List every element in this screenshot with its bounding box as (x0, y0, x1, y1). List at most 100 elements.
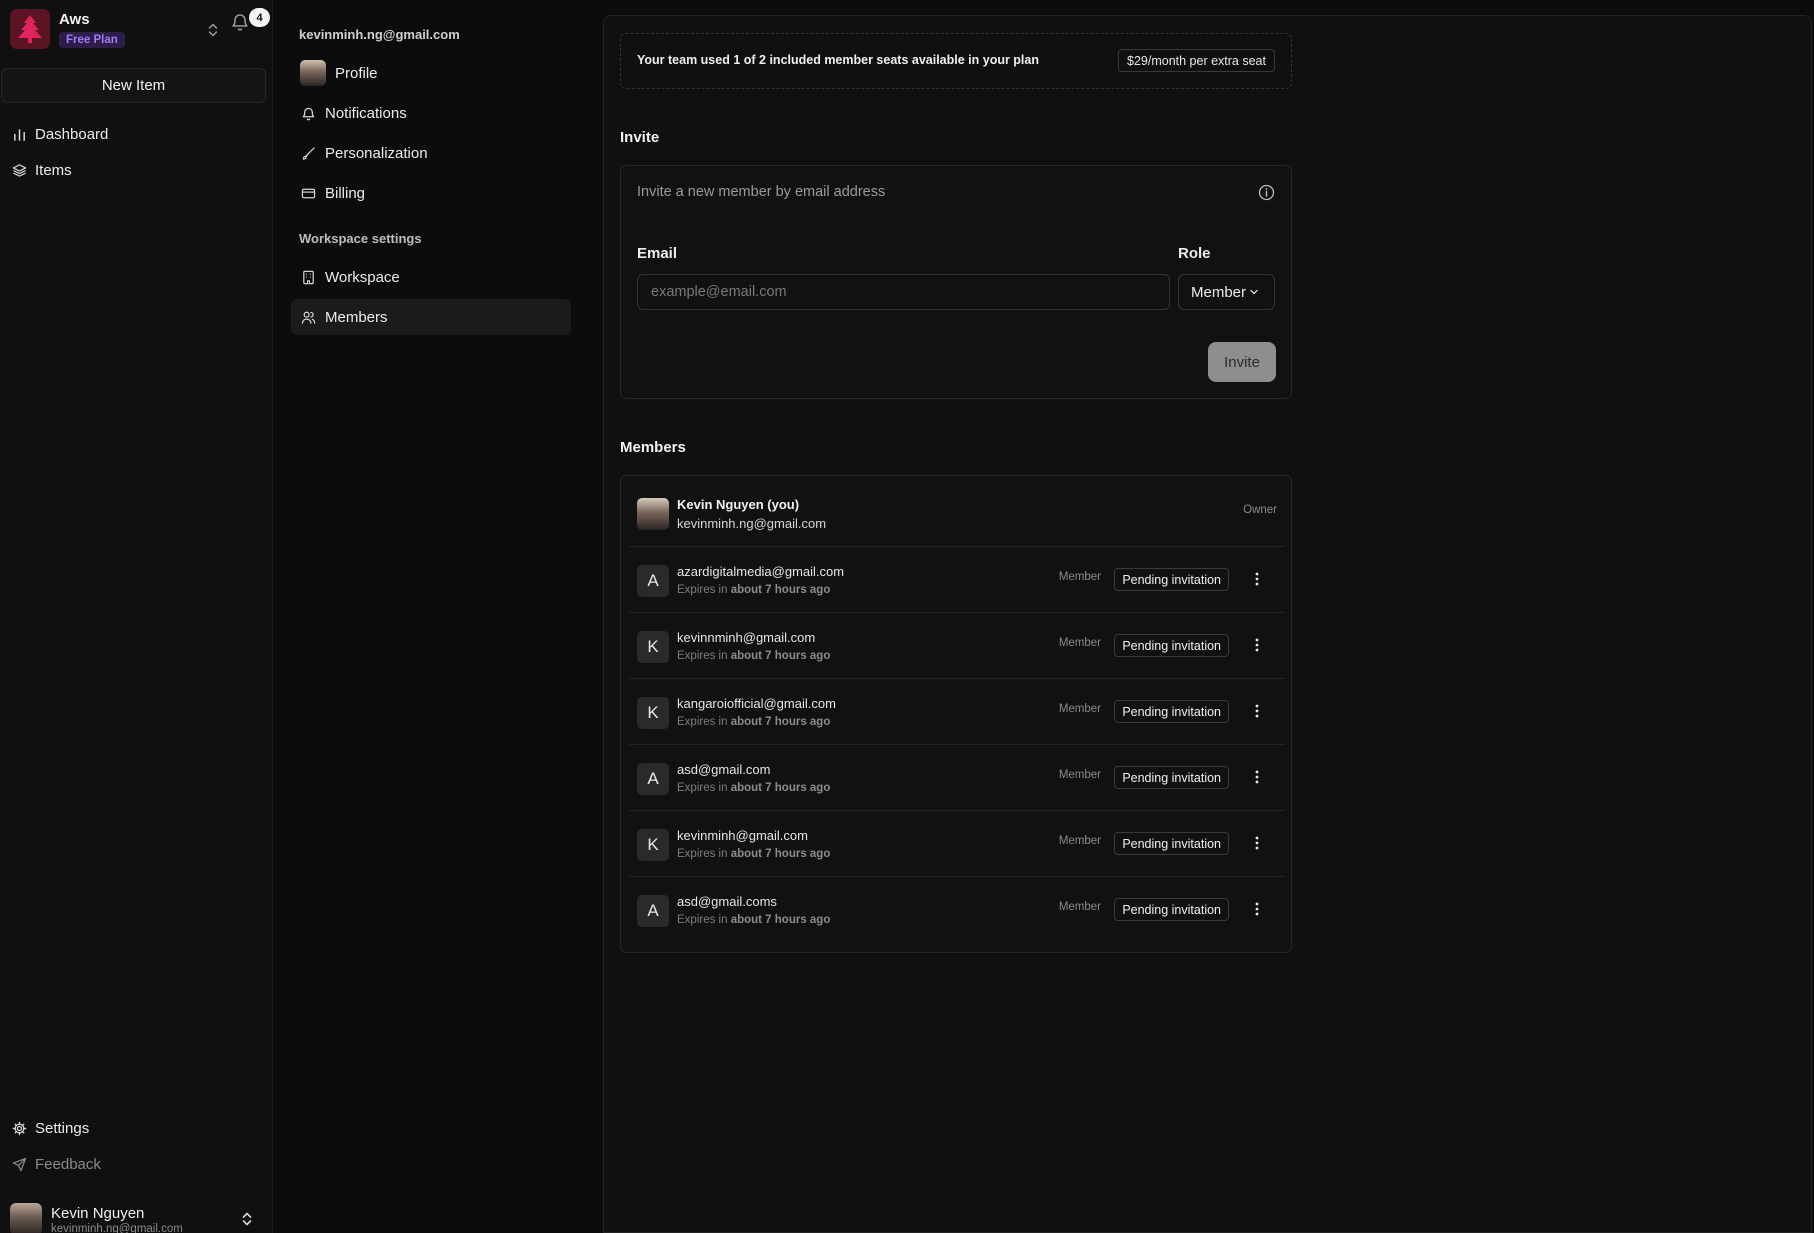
more-vertical-icon[interactable] (1249, 901, 1265, 917)
invitation-row: Aazardigitalmedia@gmail.com Expires in ab… (629, 546, 1285, 612)
invitation-expiry: Expires in about 7 hours ago (677, 848, 831, 860)
invitation-expiry: Expires in about 7 hours ago (677, 716, 831, 728)
avatar: K (637, 697, 669, 729)
invitee-email: kevinnminh@gmail.com (677, 630, 816, 645)
settings-item-label: Members (325, 308, 388, 326)
invitee-email: azardigitalmedia@gmail.com (677, 564, 845, 579)
member-role: Member (1058, 901, 1101, 913)
invite-description: Invite a new member by email address (637, 184, 886, 200)
invitee-email: kangaroiofficial@gmail.com (677, 696, 836, 711)
chevrons-up-down-icon[interactable] (204, 21, 222, 39)
nav-item-settings[interactable]: Settings (12, 1115, 89, 1141)
avatar: K (637, 829, 669, 861)
bell-icon[interactable] (230, 12, 250, 32)
bar-chart-icon (14, 128, 25, 141)
member-email: kevinminh.ng@gmail.com (677, 516, 827, 531)
more-vertical-icon[interactable] (1249, 703, 1265, 719)
member-name: Kevin Nguyen (you) (677, 497, 800, 512)
role-select[interactable]: Member (1178, 274, 1275, 310)
invitation-expiry: Expires in about 7 hours ago (677, 650, 831, 662)
user-name: Kevin Nguyen (51, 1205, 145, 1222)
bell-icon (302, 107, 315, 120)
settings-item-label: Workspace (325, 268, 400, 286)
avatar (637, 498, 669, 530)
invite-button[interactable]: Invite (1208, 342, 1276, 382)
nav-item-feedback[interactable]: Feedback (12, 1151, 101, 1177)
invitation-expiry: Expires in about 7 hours ago (677, 914, 831, 926)
send-icon (12, 1157, 27, 1171)
invitation-row: Kkevinminh@gmail.com Expires in about 7 h… (629, 810, 1285, 876)
invitation-row: Kkevinnminh@gmail.com Expires in about 7 … (629, 612, 1285, 678)
settings-item-label: Notifications (325, 104, 407, 122)
role-label: Role (1178, 245, 1211, 262)
avatar (300, 60, 326, 86)
invitee-email: asd@gmail.com (677, 762, 771, 777)
status-badge: Pending invitation (1114, 700, 1229, 723)
members-settings-panel: Your team used 1 of 2 included member se… (603, 15, 1812, 1233)
chevrons-up-down-icon (242, 1212, 252, 1226)
role-select-value: Member (1191, 283, 1247, 301)
member-row-owner: Kevin Nguyen (you) kevinminh.ng@gmail.co… (629, 480, 1285, 546)
nav-item-label: Items (35, 161, 72, 179)
avatar (10, 1203, 42, 1233)
status-badge: Pending invitation (1114, 898, 1229, 921)
gear-icon (12, 1121, 27, 1135)
members-list: Kevin Nguyen (you) kevinminh.ng@gmail.co… (620, 475, 1292, 953)
email-label: Email (637, 245, 678, 262)
invitation-row: Kkangaroiofficial@gmail.com Expires in ab… (629, 678, 1285, 744)
notification-count-badge: 4 (249, 8, 270, 27)
new-item-button[interactable]: New Item (1, 68, 266, 103)
status-badge: Pending invitation (1114, 766, 1229, 789)
settings-item-label: Billing (325, 184, 366, 202)
settings-item-label: Profile (335, 64, 378, 82)
status-badge: Pending invitation (1114, 634, 1229, 657)
member-role: Member (1058, 637, 1101, 649)
members-heading: Members (620, 439, 686, 456)
nav-item-label: Feedback (35, 1155, 101, 1173)
workspace-name: Aws (59, 11, 90, 28)
avatar: K (637, 631, 669, 663)
chevron-down-icon (1250, 289, 1258, 295)
more-vertical-icon[interactable] (1249, 637, 1265, 653)
nav-item-dashboard[interactable]: Dashboard (12, 121, 108, 147)
settings-item-profile[interactable]: Profile (291, 55, 571, 91)
member-role: Member (1058, 703, 1101, 715)
settings-item-members[interactable]: Members (291, 299, 571, 335)
info-icon[interactable] (1258, 184, 1275, 201)
more-vertical-icon[interactable] (1249, 835, 1265, 851)
invitation-expiry: Expires in about 7 hours ago (677, 584, 831, 596)
more-vertical-icon[interactable] (1249, 769, 1265, 785)
settings-item-personalization[interactable]: Personalization (291, 135, 571, 171)
seat-usage-text: Your team used 1 of 2 included member se… (637, 53, 1039, 67)
workspace-logo (10, 9, 50, 49)
invitation-row: Aasd@gmail.com Expires in about 7 hours a… (629, 744, 1285, 810)
settings-item-billing[interactable]: Billing (291, 175, 571, 211)
brush-icon (302, 146, 315, 160)
users-icon (301, 311, 316, 324)
account-email: kevinminh.ng@gmail.com (299, 27, 460, 42)
settings-item-workspace[interactable]: Workspace (291, 259, 571, 295)
user-email: kevinminh.ng@gmail.com (51, 1223, 183, 1233)
building-icon (303, 270, 314, 284)
invitation-expiry: Expires in about 7 hours ago (677, 782, 831, 794)
settings-nav: kevinminh.ng@gmail.com Profile Notificat… (274, 0, 604, 1233)
plan-badge: Free Plan (59, 32, 125, 48)
email-field[interactable] (637, 274, 1170, 310)
status-badge: Pending invitation (1114, 832, 1229, 855)
status-badge: Pending invitation (1114, 568, 1229, 591)
nav-item-label: Settings (35, 1119, 90, 1137)
invitation-row: Aasd@gmail.coms Expires in about 7 hours … (629, 876, 1285, 942)
workspace-settings-heading: Workspace settings (299, 231, 422, 246)
workspace-switcher[interactable]: Aws Free Plan (10, 9, 266, 53)
nav-item-items[interactable]: Items (12, 157, 72, 183)
user-menu[interactable]: Kevin Nguyen kevinminh.ng@gmail.com (10, 1203, 270, 1233)
more-vertical-icon[interactable] (1249, 571, 1265, 587)
invitee-email: kevinminh@gmail.com (677, 828, 808, 843)
member-role: Member (1058, 835, 1101, 847)
avatar: A (637, 895, 669, 927)
member-role: Member (1058, 571, 1101, 583)
avatar: A (637, 763, 669, 795)
settings-item-label: Personalization (325, 144, 428, 162)
extra-seat-price: $29/month per extra seat (1118, 49, 1275, 72)
settings-item-notifications[interactable]: Notifications (291, 95, 571, 131)
